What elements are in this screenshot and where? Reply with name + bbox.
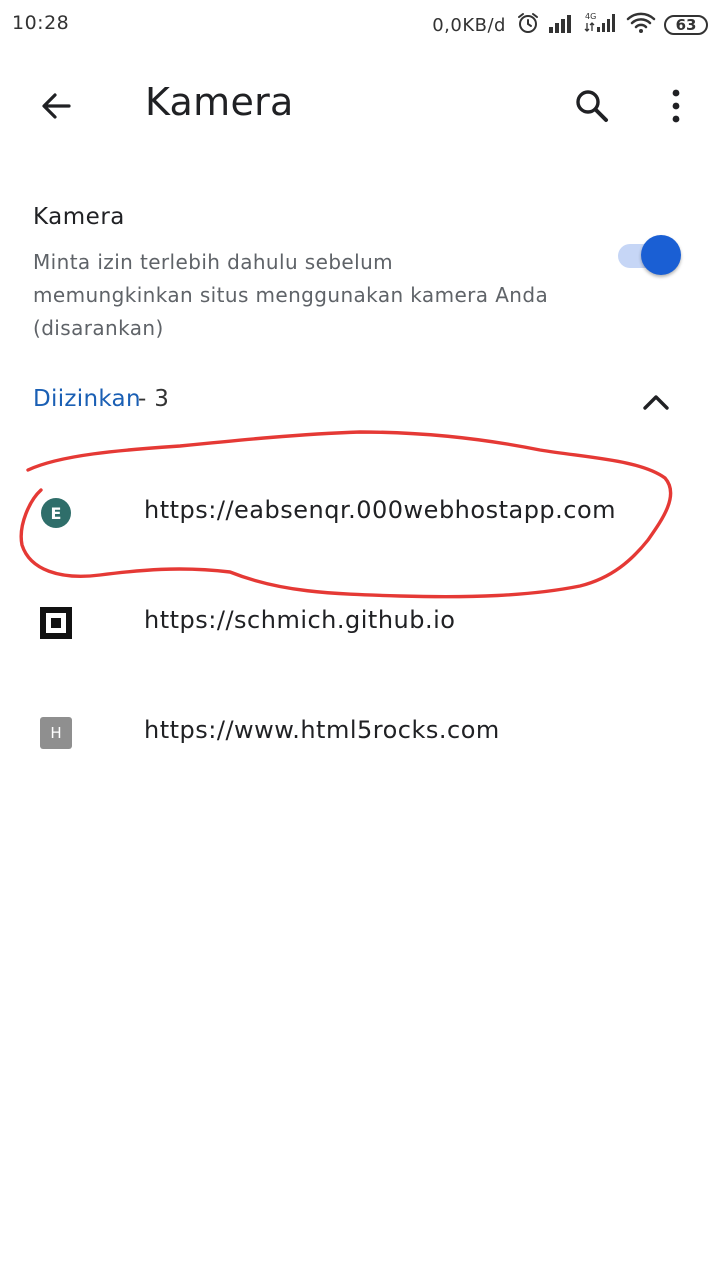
allowed-section-header[interactable]: Diizinkan - 3 <box>0 380 720 428</box>
square-logo-icon <box>40 607 72 639</box>
search-icon <box>576 90 608 122</box>
back-button[interactable] <box>26 76 86 136</box>
section-label: Diizinkan <box>33 386 141 412</box>
svg-text:4G: 4G <box>585 12 596 21</box>
status-icons: 0,0KB/d 4G 63 <box>432 10 708 40</box>
network-speed: 0,0KB/d <box>432 14 506 36</box>
app-bar: Kamera <box>0 62 720 150</box>
page: 10:28 0,0KB/d 4G 63 Kamera Kamera Minta … <box>0 0 720 1280</box>
site-item[interactable]: https://schmich.github.io <box>0 568 720 678</box>
site-url: https://schmich.github.io <box>144 606 456 634</box>
setting-description: Minta izin terlebih dahulu sebelum memun… <box>33 250 549 340</box>
h-letter-icon: H <box>40 717 72 749</box>
site-item[interactable]: E https://eabsenqr.000webhostapp.com <box>0 458 720 568</box>
toggle-thumb <box>641 235 681 275</box>
site-list: E https://eabsenqr.000webhostapp.com htt… <box>0 458 720 788</box>
site-url: https://www.html5rocks.com <box>144 716 500 744</box>
site-item[interactable]: H https://www.html5rocks.com <box>0 678 720 788</box>
alarm-icon <box>516 11 540 39</box>
battery-icon: 63 <box>664 15 708 35</box>
status-time: 10:28 <box>12 12 70 34</box>
chevron-up-icon[interactable] <box>636 382 676 422</box>
status-bar: 10:28 0,0KB/d 4G 63 <box>0 0 720 52</box>
site-url: https://eabsenqr.000webhostapp.com <box>144 496 617 524</box>
more-vert-icon <box>672 89 680 123</box>
search-button[interactable] <box>562 76 622 136</box>
section-count: - 3 <box>138 386 170 412</box>
signal-4g-icon: 4G <box>584 11 618 39</box>
camera-toggle-switch[interactable] <box>614 232 682 278</box>
wifi-icon <box>626 11 656 39</box>
setting-title: Kamera <box>33 204 125 230</box>
arrow-back-icon <box>42 93 71 119</box>
page-title: Kamera <box>145 80 294 124</box>
more-options-button[interactable] <box>646 76 706 136</box>
camera-permission-setting[interactable]: Kamera Minta izin terlebih dahulu sebelu… <box>0 190 720 340</box>
signal-icon <box>548 12 576 38</box>
e-letter-icon: E <box>40 497 72 529</box>
